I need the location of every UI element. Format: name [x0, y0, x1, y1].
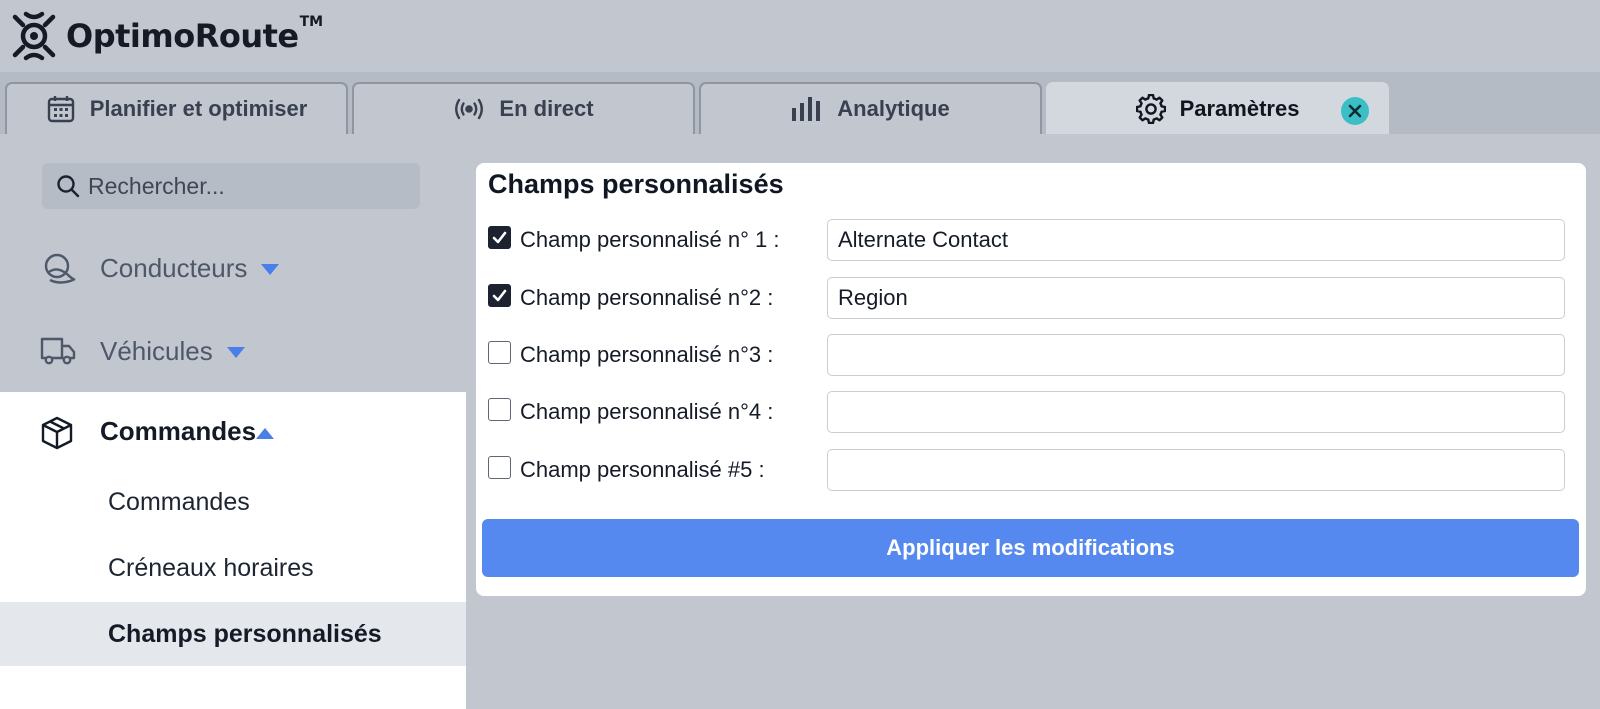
subnav-item-creneaux-horaires[interactable]: Créneaux horaires [0, 536, 466, 600]
custom-field-row: Champ personnalisé n°4 : [488, 391, 1578, 433]
custom-fields-card: Champs personnalisés Champ personnalisé … [476, 163, 1586, 596]
tab-parametres[interactable]: Paramètres [1046, 82, 1389, 134]
field-4-label: Champ personnalisé n°4 : [520, 399, 774, 424]
tab-en-direct[interactable]: En direct [352, 82, 695, 134]
package-icon [40, 416, 74, 450]
field-5-checkbox[interactable] [488, 456, 511, 479]
subnav-item-champs-personnalises[interactable]: Champs personnalisés [0, 602, 466, 666]
field-1-label: Champ personnalisé n° 1 : [520, 227, 780, 252]
field-2-label: Champ personnalisé n°2 : [520, 285, 774, 310]
subnav-item-label: Champs personnalisés [108, 620, 382, 648]
settings-sidebar: Rechercher... Conducteurs Véhicules Comm… [0, 134, 466, 709]
bar-chart-icon [791, 96, 823, 122]
sidebar-item-conducteurs[interactable]: Conducteurs [0, 238, 466, 298]
sidebar-item-label: Véhicules [100, 335, 213, 366]
custom-field-row: Champ personnalisé n°3 : [488, 334, 1578, 376]
app-header: OptimoRoute TM [0, 0, 1600, 72]
field-4-input[interactable] [827, 391, 1565, 433]
field-5-input[interactable] [827, 449, 1565, 491]
app-name: OptimoRoute [66, 17, 299, 55]
gear-icon [1135, 94, 1166, 124]
tab-label: Planifier et optimiser [89, 96, 308, 121]
field-4-checkbox[interactable] [488, 398, 511, 421]
app-logo[interactable]: OptimoRoute TM [10, 10, 323, 62]
custom-field-row: Champ personnalisé n° 1 : [488, 219, 1578, 261]
trademark-mark: TM [299, 14, 324, 30]
field-2-input[interactable] [827, 277, 1565, 319]
driver-icon [40, 252, 78, 286]
check-icon [492, 231, 507, 244]
card-title: Champs personnalisés [488, 169, 784, 199]
tab-label: Paramètres [1179, 96, 1300, 121]
logo-icon [12, 11, 56, 61]
sidebar-item-vehicules[interactable]: Véhicules [0, 321, 466, 381]
field-1-checkbox[interactable] [488, 226, 511, 249]
close-tab-button[interactable] [1341, 97, 1369, 125]
custom-field-row: Champ personnalisé n°2 : [488, 277, 1578, 319]
search-input[interactable]: Rechercher... [42, 163, 420, 209]
orders-section: Commandes Commandes Créneaux horaires Ch… [0, 392, 466, 709]
field-3-input[interactable] [827, 334, 1565, 376]
tab-planifier[interactable]: Planifier et optimiser [5, 82, 348, 134]
truck-icon [40, 335, 76, 367]
sidebar-item-commandes[interactable]: Commandes [0, 402, 466, 462]
chevron-down-icon [226, 346, 245, 358]
subnav-item-label: Créneaux horaires [108, 554, 314, 582]
broadcast-icon [453, 97, 485, 121]
tab-label: Analytique [837, 96, 950, 121]
sidebar-item-label: Commandes [100, 416, 257, 446]
close-icon [1348, 104, 1362, 118]
search-placeholder: Rechercher... [88, 172, 225, 199]
tab-analytique[interactable]: Analytique [699, 82, 1042, 134]
calendar-icon [46, 94, 76, 124]
chevron-up-icon [256, 428, 275, 439]
chevron-down-icon [261, 263, 280, 275]
subnav-item-commandes[interactable]: Commandes [0, 470, 466, 534]
field-3-checkbox[interactable] [488, 341, 511, 364]
subnav-item-label: Commandes [108, 488, 250, 516]
tab-label: En direct [499, 96, 594, 121]
field-5-label: Champ personnalisé #5 : [520, 457, 765, 482]
custom-field-row: Champ personnalisé #5 : [488, 449, 1578, 491]
field-3-label: Champ personnalisé n°3 : [520, 342, 774, 367]
field-2-checkbox[interactable] [488, 284, 511, 307]
check-icon [492, 289, 507, 302]
sidebar-item-label: Conducteurs [100, 252, 248, 283]
field-1-input[interactable] [827, 219, 1565, 261]
apply-changes-button[interactable]: Appliquer les modifications [482, 519, 1579, 577]
search-icon [56, 174, 80, 198]
main-tabs: Planifier et optimiser En direct Analyti… [0, 72, 1600, 134]
